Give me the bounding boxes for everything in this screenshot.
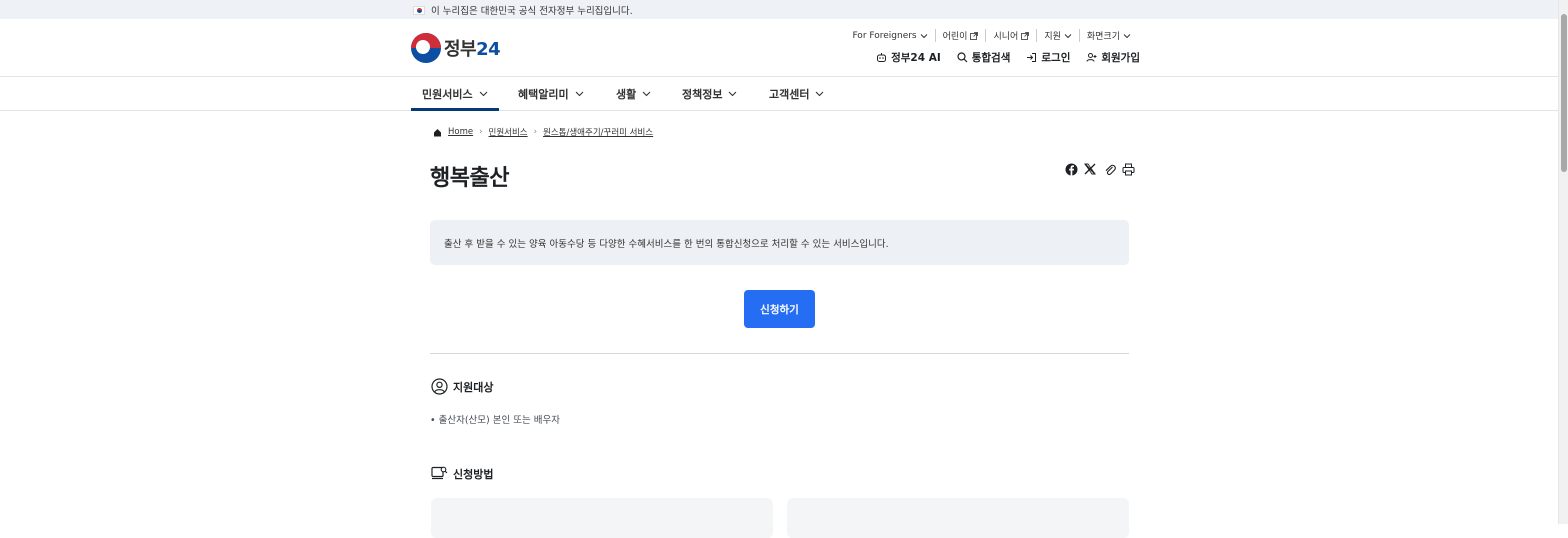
search-icon (957, 52, 968, 63)
share-tools (1064, 162, 1135, 176)
screen-size-menu[interactable]: 화면크기 (1078, 29, 1138, 42)
chevron-down-icon (1123, 33, 1131, 38)
breadcrumb-home[interactable]: Home (448, 127, 473, 137)
breadcrumb-separator-icon: › (479, 127, 483, 137)
official-site-banner: 이 누리집은 대한민국 공식 전자정부 누리집입니다. (0, 0, 1558, 19)
page-scrollbar[interactable] (1558, 0, 1568, 524)
chevron-down-icon (816, 91, 824, 97)
for-foreigners-link[interactable]: For Foreigners (845, 31, 934, 41)
chevron-down-icon (1064, 33, 1072, 38)
home-icon (434, 128, 441, 136)
nav-item-benefits[interactable]: 혜택알리미 (518, 86, 584, 102)
nav-item-civil-services[interactable]: 민원서비스 (422, 86, 488, 102)
x-twitter-icon[interactable] (1083, 162, 1097, 176)
section-divider (430, 353, 1129, 354)
nav-item-life[interactable]: 생활 (616, 86, 651, 102)
breadcrumb-civil-services[interactable]: 민원서비스 (489, 126, 528, 138)
breadcrumb-separator-icon: › (533, 127, 538, 137)
senior-link[interactable]: 시니어 (985, 29, 1036, 42)
monitor-search-icon (431, 466, 448, 480)
apply-button[interactable]: 신청하기 (744, 290, 815, 328)
signup-button[interactable]: 회원가입 (1086, 50, 1140, 65)
chevron-down-icon (479, 91, 487, 97)
copy-link-icon[interactable] (1102, 162, 1116, 176)
chevron-down-icon (920, 33, 927, 38)
integrated-search-button[interactable]: 통합검색 (957, 50, 1010, 65)
breadcrumb: Home › 민원서비스 › 원스톱/생애주기/꾸러미 서비스 (433, 126, 653, 138)
logo-text: 정부24 (444, 39, 501, 60)
chevron-down-icon (575, 91, 583, 97)
eligibility-item: • 출산자(산모) 본인 또는 배우자 (430, 415, 560, 426)
official-site-notice: 이 누리집은 대한민국 공식 전자정부 누리집입니다. (431, 6, 633, 17)
login-icon (1027, 53, 1037, 62)
user-add-icon (1086, 53, 1097, 62)
external-link-icon (1021, 31, 1030, 40)
nav-item-policy[interactable]: 정책정보 (682, 86, 737, 102)
user-actions: 정부24 AI 통합검색 로그인 회원가입 (876, 50, 1140, 65)
support-menu[interactable]: 지원 (1036, 29, 1079, 42)
nav-item-customer-center[interactable]: 고객센터 (769, 86, 824, 102)
children-link[interactable]: 어린이 (934, 29, 986, 42)
section-eligibility-heading: 지원대상 (431, 378, 493, 395)
utility-links: For Foreigners 어린이 시니어 지원 화면크기 (845, 29, 1138, 42)
taegeuk-logo-icon (411, 33, 441, 63)
external-link-icon (970, 31, 979, 40)
gov24-logo[interactable]: 정부24 (411, 33, 501, 63)
site-header: 정부24 For Foreigners 어린이 시니어 지원 화면크기 정부24… (0, 19, 1558, 77)
chevron-down-icon (729, 91, 737, 97)
korea-flag-icon (413, 5, 425, 15)
page-title: 행복출산 (430, 166, 509, 191)
user-circle-icon (431, 378, 448, 395)
application-method-card (787, 498, 1129, 538)
login-button[interactable]: 로그인 (1026, 50, 1070, 65)
application-method-card (431, 498, 773, 538)
nav-active-indicator (411, 108, 499, 111)
breadcrumb-onestop[interactable]: 원스톱/생애주기/꾸러미 서비스 (543, 126, 653, 138)
main-navigation: 민원서비스 혜택알리미 생활 정책정보 고객센터 (0, 77, 1558, 111)
robot-icon (877, 53, 887, 62)
scrollbar-thumb[interactable] (1561, 14, 1567, 172)
service-description: 출산 후 받을 수 있는 양육 아동수당 등 다양한 수혜서비스를 한 번의 통… (430, 220, 1129, 265)
print-icon[interactable] (1121, 162, 1135, 176)
section-application-method-heading: 신청방법 (431, 465, 493, 482)
bullet-dot-icon: • (430, 415, 439, 426)
facebook-icon[interactable] (1064, 162, 1078, 176)
chevron-down-icon (642, 91, 651, 97)
description-text: 출산 후 받을 수 있는 양육 아동수당 등 다양한 수혜서비스를 한 번의 통… (444, 239, 889, 250)
gov24-ai-button[interactable]: 정부24 AI (876, 50, 941, 65)
